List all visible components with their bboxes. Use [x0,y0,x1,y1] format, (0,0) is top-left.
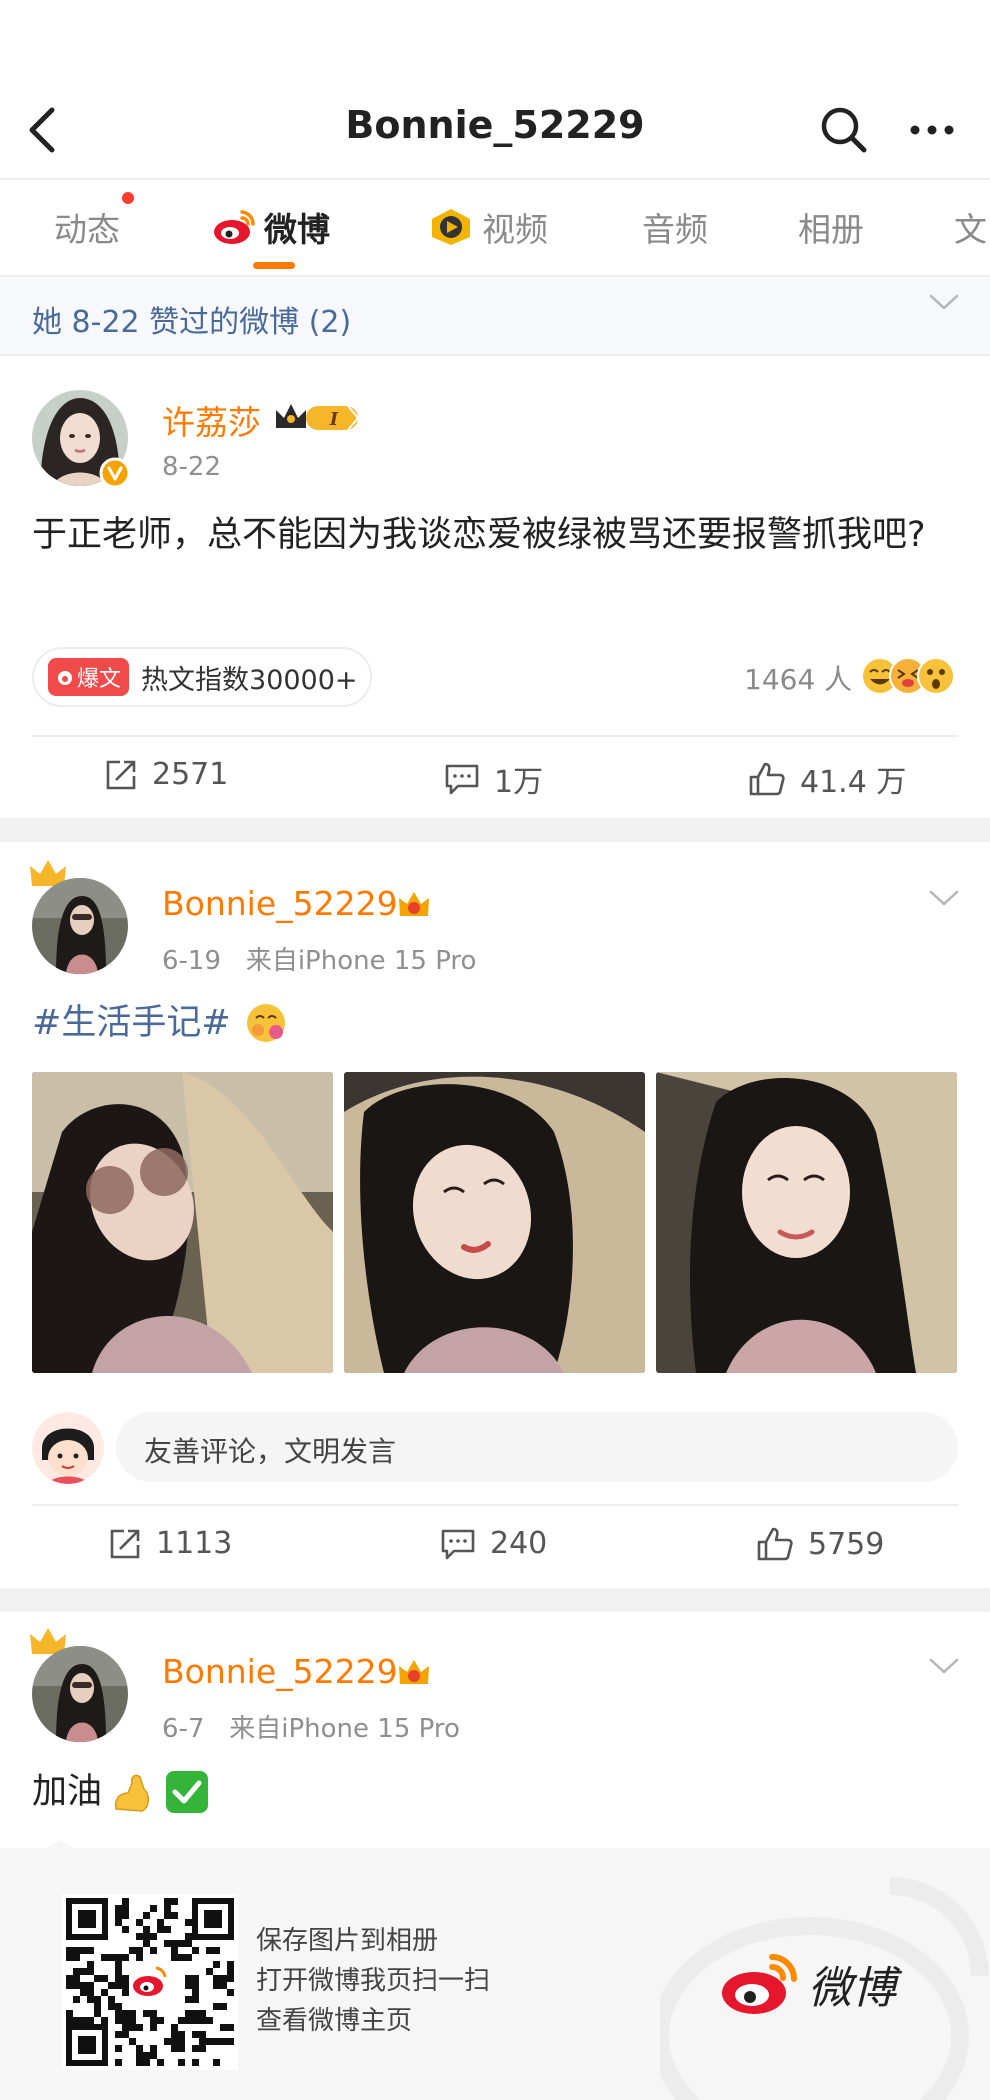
post-date: 6-7 [162,1714,205,1744]
tab-label: 相册 [798,210,864,249]
vip-crown-badge-icon [399,1660,429,1684]
weibo-logo-icon [722,1954,797,2014]
reaction-emojis-icon[interactable] [858,652,958,700]
weibo-profile-page: Bonnie_52229 动态 微博 视频 音频 相册 文 她 8-22 赞过的… [0,0,990,2100]
tab-dynamics[interactable]: 动态 [54,202,120,252]
post-text-line: 加油 [32,1765,210,1819]
comment-input[interactable]: 友善评论，文明发言 [116,1412,958,1482]
post-author[interactable]: 许荔莎 [162,396,261,444]
comment-icon [445,764,479,795]
post-text-line: #生活手记# [32,996,289,1050]
avatar[interactable] [32,1646,128,1742]
hot-badge: 爆文 [48,658,130,696]
divider [32,735,958,737]
like-count: 41.4 万 [800,765,907,800]
comment-button[interactable]: 240 [440,1526,547,1561]
tab-audio[interactable]: 音频 [642,202,708,252]
post-meta: 6-7 来自iPhone 15 Pro [162,1708,460,1745]
liked-posts-banner[interactable]: 她 8-22 赞过的微博 (2) [0,277,990,354]
qr-code[interactable] [62,1894,238,2070]
liked-posts-label: 她 8-22 赞过的微博 (2) [32,305,352,340]
tab-label: 文 [954,210,987,249]
post-date: 8-22 [162,452,222,482]
section-gap [0,1588,990,1612]
divider [0,354,990,356]
scan-hint: 打开微博我页扫一扫 [256,1966,491,1996]
weibo-brand-logo: 微博 [720,1952,896,2016]
post-source: 来自iPhone 15 Pro [229,1714,460,1744]
comment-count: 1万 [494,765,544,800]
hot-badge-label: 爆文 [77,667,122,692]
share-button[interactable]: 2571 [104,757,228,792]
post-source: 来自iPhone 15 Pro [245,946,477,976]
flexed-bicep-emoji-icon [114,1774,150,1812]
share-count: 2571 [152,757,229,792]
comment-button[interactable]: 1万 [444,757,543,801]
hug-emoji-icon [246,1004,285,1042]
top-bar: Bonnie_52229 [0,0,990,178]
comment-icon [441,1529,475,1559]
tab-articles[interactable]: 文 [954,202,987,252]
tab-video[interactable]: 视频 [428,202,548,252]
thumbs-up-icon [749,762,785,796]
comment-count: 240 [490,1526,548,1561]
post-author[interactable]: Bonnie_52229 [162,884,398,923]
post-text: 加油 [32,1772,103,1812]
tab-label: 音频 [642,210,708,249]
tab-label: 动态 [54,210,120,249]
chevron-down-icon[interactable] [928,292,960,312]
notification-dot [122,192,134,204]
share-icon [106,760,136,789]
post-meta: 6-19 来自iPhone 15 Pro [162,940,476,977]
member-level-badge-icon: I [276,404,360,431]
post-date: 6-19 [162,946,222,976]
like-button[interactable]: 5759 [756,1526,884,1562]
post-photo[interactable] [656,1072,957,1373]
verified-badge-icon [99,457,131,489]
post-photo[interactable] [344,1072,645,1373]
video-icon [432,209,470,245]
svg-text:I: I [329,409,339,430]
section-gap [0,818,990,842]
tab-album[interactable]: 相册 [798,202,864,252]
chevron-down-icon[interactable] [928,1656,960,1676]
weibo-logo-icon [214,210,255,244]
post-text: 于正老师，总不能因为我谈恋爱被绿被骂还要报警抓我吧? [32,515,926,555]
hashtag-link[interactable]: #生活手记# [32,996,231,1050]
tab-label: 视频 [482,210,548,249]
share-button[interactable]: 1113 [108,1526,232,1561]
my-avatar[interactable] [32,1412,104,1484]
like-count: 5759 [808,1526,885,1562]
avatar[interactable] [32,878,128,974]
chevron-down-icon[interactable] [928,888,960,908]
reaction-count: 1464 人 [744,663,853,696]
divider [32,1504,958,1506]
comment-placeholder: 友善评论，文明发言 [144,1435,397,1468]
like-button[interactable]: 41.4 万 [748,757,906,801]
tab-weibo[interactable]: 微博 [212,202,330,252]
save-image-hint: 保存图片到相册 [256,1926,439,1956]
hot-index-pill[interactable]: 爆文 热文指数30000+ [32,647,372,707]
check-mark-emoji-icon [166,1771,209,1813]
fire-icon [58,671,72,685]
thumbs-up-icon [757,1527,793,1561]
hot-index-text: 热文指数30000+ [141,664,358,696]
view-homepage-hint: 查看微博主页 [256,2006,413,2036]
search-icon[interactable] [818,104,870,156]
more-dots-icon[interactable] [905,110,965,150]
weibo-wordmark: 微博 [808,1963,896,2014]
vip-crown-badge-icon [399,892,429,916]
share-count: 1113 [156,1526,233,1561]
profile-tabs: 动态 微博 视频 音频 相册 文 [0,180,990,275]
post-author[interactable]: Bonnie_52229 [162,1652,398,1691]
active-tab-indicator [253,262,295,269]
pointer-notch [40,1840,80,1852]
share-icon [110,1529,140,1558]
tab-label: 微博 [264,210,330,249]
post-photo[interactable] [32,1072,333,1373]
